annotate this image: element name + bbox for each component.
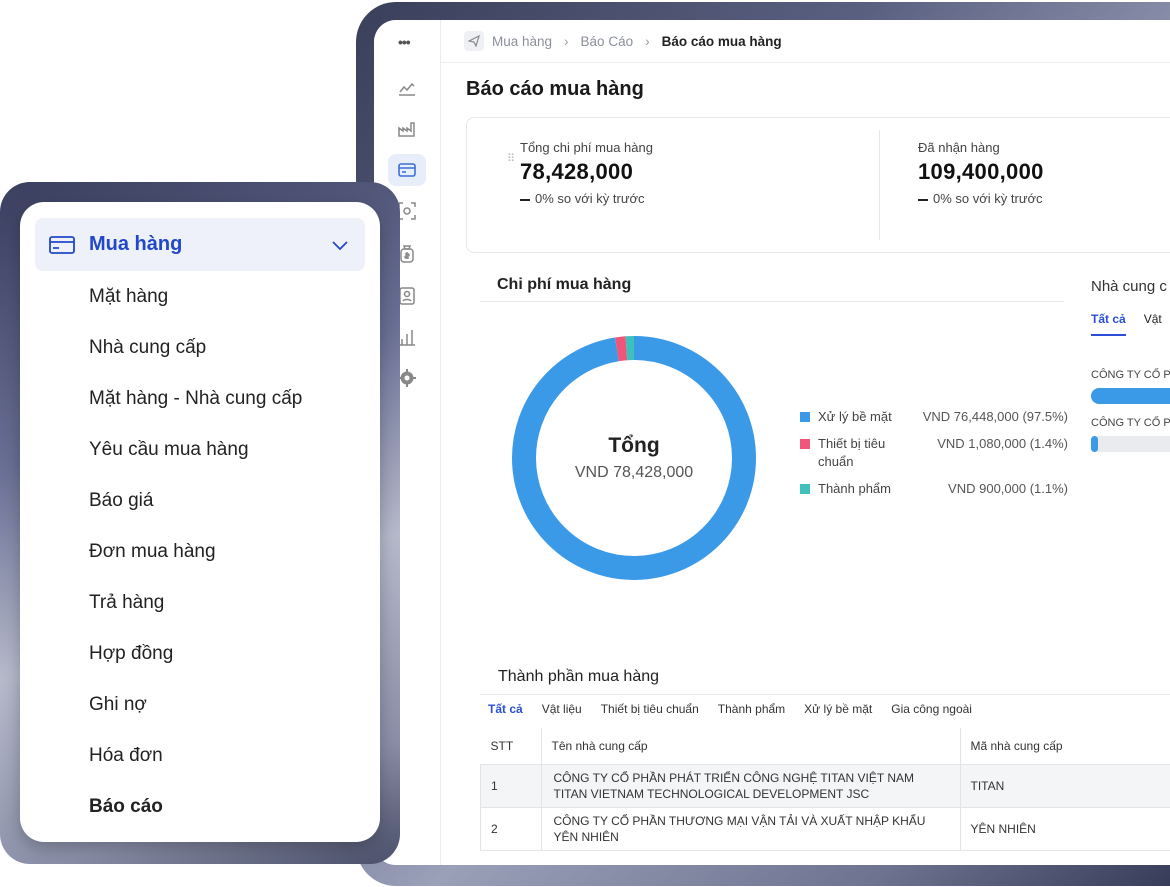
column-header[interactable]: Mã nhà cung cấp: [959, 728, 1170, 765]
tab-finished-goods[interactable]: Thành phẩm: [718, 702, 785, 716]
donut-center-title: Tổng: [608, 434, 660, 457]
table-row[interactable]: 2 CÔNG TY CỔ PHẦN THƯƠNG MẠI VẬN TẢI VÀ …: [480, 807, 1170, 851]
menu-item-returns[interactable]: Trả hàng: [89, 592, 164, 614]
table-cell: CÔNG TY CỔ PHẦN THƯƠNG MẠI VẬN TẢI VÀ XU…: [540, 807, 960, 851]
tab-outsourcing[interactable]: Gia công ngoài: [891, 702, 972, 716]
stat-value: 78,428,000: [520, 159, 634, 184]
legend-swatch: [800, 484, 810, 494]
table-row[interactable]: 1 CÔNG TY CỔ PHẦN PHÁT TRIỂN CÔNG NGHỆ T…: [480, 764, 1170, 808]
dash-icon: [918, 198, 928, 201]
supplier-table: STT Tên nhà cung cấp Mã nhà cung cấp 1 C…: [480, 728, 1170, 851]
menu-header-label: Mua hàng: [89, 233, 183, 255]
stat-received: Đã nhận hàng 109,400,000 0% so với kỳ tr…: [918, 140, 1044, 206]
app-window: ••• Mua hàng › Báo Cáo › Báo cáo mua hàn…: [374, 20, 1170, 865]
stat-label: Đã nhận hàng: [918, 140, 1000, 155]
legend-label: Thành phẩm: [818, 481, 891, 496]
drag-handle-icon[interactable]: ⠿: [507, 152, 515, 165]
breadcrumb-current: Báo cáo mua hàng: [661, 33, 782, 49]
table-cell: TITAN: [959, 764, 1170, 808]
components-title: Thành phần mua hàng: [498, 668, 660, 685]
supplier-name: CÔNG TY CỔ P: [1091, 369, 1170, 381]
menu-item-item-suppliers[interactable]: Mặt hàng - Nhà cung cấp: [89, 388, 302, 410]
line-chart-icon[interactable]: [388, 72, 426, 104]
legend-swatch: [800, 439, 810, 449]
column-header[interactable]: STT: [480, 728, 541, 765]
legend-label: Thiết bị tiêu chuẩn: [818, 436, 886, 469]
stat-change: 0% so với kỳ trước: [918, 191, 1044, 206]
tab-standard-equipment[interactable]: Thiết bị tiêu chuẩn: [601, 702, 699, 716]
breadcrumb-item[interactable]: Báo Cáo: [581, 34, 634, 49]
stat-change: 0% so với kỳ trước: [520, 191, 653, 206]
menu-item-quotations[interactable]: Báo giá: [89, 490, 153, 512]
menu-item-invoices[interactable]: Hóa đơn: [89, 745, 163, 767]
card-icon: [49, 235, 75, 254]
supplier-bar: [1091, 388, 1170, 404]
supplier-tabs: Tất cả Vật: [1091, 312, 1170, 336]
legend-item[interactable]: Thành phẩm VND 900,000 (1.1%): [800, 480, 1068, 498]
factory-icon[interactable]: [388, 113, 426, 145]
supplier-bar-fill: [1091, 388, 1170, 404]
legend-value: VND 900,000 (1.1%): [948, 481, 1068, 496]
table-cell: CÔNG TY CỔ PHẦN PHÁT TRIỂN CÔNG NGHỆ TIT…: [540, 764, 960, 808]
divider: [879, 130, 880, 240]
menu-item-contracts[interactable]: Hợp đồng: [89, 643, 173, 665]
purchase-menu: Mua hàng Mặt hàng Nhà cung cấp Mặt hàng …: [20, 202, 380, 842]
legend-value: VND 76,448,000 (97.5%): [922, 409, 1068, 424]
menu-item-purchase-requests[interactable]: Yêu cầu mua hàng: [89, 439, 249, 461]
menu-header-purchasing[interactable]: Mua hàng: [35, 218, 365, 271]
menu-item-suppliers[interactable]: Nhà cung cấp: [89, 337, 206, 359]
legend-item[interactable]: Thiết bị tiêu chuẩn VND 1,080,000 (1.4%): [800, 435, 1068, 471]
table-cell: 1: [480, 764, 541, 808]
stats-card: ⠿ Tổng chi phí mua hàng 78,428,000 0% so…: [466, 117, 1170, 253]
supplier-name: CÔNG TY CỔ P: [1091, 417, 1170, 429]
cost-chart-title: Chi phí mua hàng: [497, 276, 632, 293]
chevron-down-icon[interactable]: [331, 236, 349, 254]
supplier-bar-fill: [1091, 436, 1099, 452]
apps-icon[interactable]: •••: [398, 34, 411, 50]
donut-chart: Tổng VND 78,428,000: [504, 328, 764, 588]
dash-icon: [520, 198, 530, 201]
breadcrumb-item[interactable]: Mua hàng: [492, 34, 552, 49]
column-header[interactable]: Tên nhà cung cấp: [540, 728, 960, 765]
divider: [480, 694, 1170, 695]
legend-label: Xử lý bề mặt: [818, 409, 892, 424]
legend-value: VND 1,080,000 (1.4%): [937, 436, 1068, 451]
donut-center: Tổng VND 78,428,000: [504, 328, 764, 588]
chevron-right-icon: ›: [564, 33, 569, 49]
stat-value: 109,400,000: [918, 159, 1044, 184]
donut-center-value: VND 78,428,000: [574, 464, 694, 481]
table-cell: YÊN NHIÊN: [959, 807, 1170, 851]
legend-swatch: [800, 412, 810, 422]
tab-all[interactable]: Tất cả: [1091, 312, 1126, 336]
tab-materials[interactable]: Vật liệu: [542, 702, 582, 716]
chevron-right-icon: ›: [645, 33, 650, 49]
component-tabs: Tất cả Vật liệu Thiết bị tiêu chuẩn Thàn…: [488, 702, 991, 716]
stat-total-cost: Tổng chi phí mua hàng 78,428,000 0% so v…: [520, 140, 653, 206]
menu-item-purchase-orders[interactable]: Đơn mua hàng: [89, 541, 216, 563]
chart-legend: Xử lý bề mặt VND 76,448,000 (97.5%) Thiế…: [800, 408, 1068, 507]
divider: [480, 301, 1064, 302]
tab-surface-treatment[interactable]: Xử lý bề mặt: [804, 702, 872, 716]
table-cell: 2: [480, 807, 541, 851]
card-icon[interactable]: [388, 154, 426, 186]
supplier-bar: [1091, 436, 1170, 452]
tab-materials[interactable]: Vật: [1144, 312, 1162, 336]
supplier-chart-title: Nhà cung c: [1091, 278, 1167, 295]
breadcrumb: Mua hàng › Báo Cáo › Báo cáo mua hàng: [440, 20, 1170, 63]
menu-item-debit-notes[interactable]: Ghi nợ: [89, 694, 147, 716]
legend-item[interactable]: Xử lý bề mặt VND 76,448,000 (97.5%): [800, 408, 1068, 426]
menu-item-items[interactable]: Mặt hàng: [89, 286, 168, 308]
navigation-icon: [464, 31, 484, 51]
page-title: Báo cáo mua hàng: [466, 78, 644, 100]
table-header-row: STT Tên nhà cung cấp Mã nhà cung cấp: [480, 728, 1170, 765]
menu-item-reports[interactable]: Báo cáo: [89, 796, 163, 818]
stat-label: Tổng chi phí mua hàng: [520, 140, 653, 155]
tab-all[interactable]: Tất cả: [488, 702, 523, 716]
